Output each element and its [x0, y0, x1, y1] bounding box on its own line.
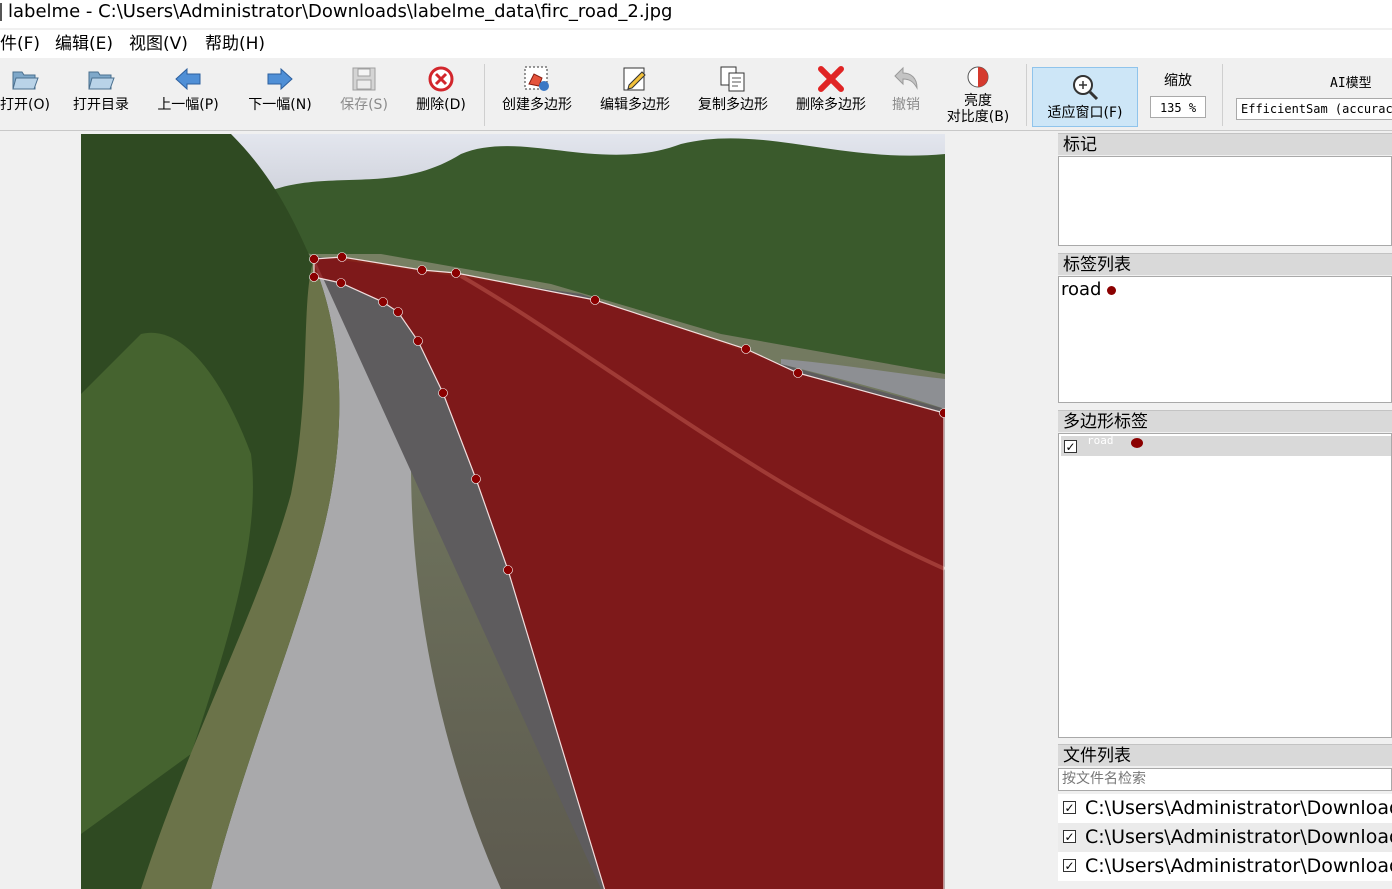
create-polygon-button[interactable]: 创建多边形 — [494, 64, 580, 126]
zoom-label: 缩放 — [1164, 73, 1192, 89]
open-button[interactable]: 打开(O) — [0, 64, 50, 126]
create-polygon-label: 创建多边形 — [502, 97, 572, 113]
save-label: 保存(S) — [340, 97, 388, 113]
menu-bar: 件(F) 编辑(E) 视图(V) 帮助(H) — [0, 30, 1392, 58]
open-label: 打开(O) — [0, 97, 50, 113]
undo-button[interactable]: 撤销 — [882, 64, 930, 126]
annotated-image[interactable] — [81, 134, 945, 889]
polygon-vertex[interactable] — [336, 278, 346, 288]
delete-file-label: 删除(D) — [416, 97, 466, 113]
polygon-vertex[interactable] — [438, 388, 448, 398]
file-list-item[interactable]: ✓ C:\Users\Administrator\Downloads\label… — [1058, 794, 1392, 823]
polygon-vertex[interactable] — [337, 252, 347, 262]
ai-model-label: AI模型 — [1330, 76, 1372, 91]
delete-polygon-button[interactable]: 删除多边形 — [788, 64, 874, 126]
fit-window-label: 适应窗口(F) — [1047, 105, 1123, 121]
arrow-right-icon — [267, 67, 293, 91]
polygon-vertex[interactable] — [309, 272, 319, 282]
copy-polygon-button[interactable]: 复制多边形 — [690, 64, 776, 126]
polygon-vertex[interactable] — [378, 297, 388, 307]
flags-list[interactable] — [1058, 156, 1392, 246]
polygon-vertex[interactable] — [451, 268, 461, 278]
title-bar: labelme - C:\Users\Administrator\Downloa… — [0, 0, 1392, 28]
delete-circle-icon — [428, 66, 454, 92]
edit-polygon-label: 编辑多边形 — [600, 97, 670, 113]
file-path: C:\Users\Administrator\Downloads\labelme… — [1085, 855, 1392, 877]
window-title: labelme - C:\Users\Administrator\Downloa… — [8, 1, 673, 22]
edit-polygon-icon — [623, 67, 646, 91]
folder-open-icon — [88, 71, 115, 90]
edit-polygon-button[interactable]: 编辑多边形 — [592, 64, 678, 126]
polygon-labels-header: 多边形标签 — [1058, 410, 1392, 432]
brightness-label: 亮度 — [964, 93, 992, 109]
polygon-vertex[interactable] — [471, 474, 481, 484]
polygon-vertex[interactable] — [417, 265, 427, 275]
contrast-label: 对比度(B) — [946, 109, 1010, 125]
file-list-item[interactable]: ✓ C:\Users\Administrator\Downloads\label… — [1058, 852, 1392, 881]
flags-header: 标记 — [1058, 133, 1392, 155]
menu-edit[interactable]: 编辑(E) — [55, 30, 113, 58]
toolbar-separator — [484, 64, 485, 126]
save-button[interactable]: 保存(S) — [334, 64, 394, 126]
polygon-vertex[interactable] — [413, 336, 423, 346]
delete-x-icon — [818, 66, 844, 92]
polygon-label-row[interactable]: ✓ road — [1061, 434, 1391, 456]
ai-model-select[interactable]: EfficientSam (accuracy) — [1236, 98, 1392, 120]
create-polygon-icon — [524, 66, 549, 91]
menu-file[interactable]: 件(F) — [0, 30, 40, 58]
file-checkbox[interactable]: ✓ — [1063, 801, 1076, 814]
prev-image-button[interactable]: 上一幅(P) — [150, 64, 226, 126]
polygon-vertex[interactable] — [793, 368, 803, 378]
brightness-icon — [967, 66, 989, 88]
delete-file-button[interactable]: 删除(D) — [410, 64, 472, 126]
copy-polygon-label: 复制多边形 — [698, 97, 768, 113]
polygon-visibility-checkbox[interactable]: ✓ — [1064, 440, 1077, 453]
folder-open-icon — [12, 71, 39, 90]
polygon-color-dot — [1131, 438, 1143, 448]
file-checkbox[interactable]: ✓ — [1063, 830, 1076, 843]
menu-help[interactable]: 帮助(H) — [205, 30, 265, 58]
polygon-vertex[interactable] — [590, 295, 600, 305]
undo-icon — [894, 66, 918, 90]
file-path: C:\Users\Administrator\Downloads\labelme… — [1085, 797, 1392, 819]
fit-window-icon — [1073, 75, 1099, 101]
polygon-vertex[interactable] — [741, 344, 751, 354]
prev-image-label: 上一幅(P) — [157, 97, 219, 113]
file-checkbox[interactable]: ✓ — [1063, 859, 1076, 872]
canvas-area[interactable] — [0, 131, 1052, 889]
polygon-vertex[interactable] — [309, 254, 319, 264]
label-list-header: 标签列表 — [1058, 253, 1392, 275]
next-image-button[interactable]: 下一幅(N) — [242, 64, 318, 126]
open-dir-label: 打开目录 — [73, 97, 129, 113]
zoom-input[interactable]: 135 % — [1150, 96, 1206, 118]
app-icon — [0, 3, 2, 21]
file-search-input[interactable]: 按文件名检索 — [1058, 768, 1392, 791]
undo-label: 撤销 — [892, 97, 920, 113]
toolbar: 打开(O) 打开目录 上一幅(P) 下一幅(N) 保存(S) 删除(D) 创建多… — [0, 60, 1392, 131]
polygon-labels-list[interactable]: ✓ road — [1058, 433, 1392, 738]
label-color-dot — [1107, 285, 1117, 295]
polygon-label-text: road — [1087, 434, 1114, 447]
open-dir-button[interactable]: 打开目录 — [68, 64, 134, 126]
arrow-left-icon — [175, 67, 201, 91]
toolbar-separator — [1026, 64, 1027, 126]
file-path: C:\Users\Administrator\Downloads\labelme… — [1085, 826, 1392, 848]
delete-polygon-label: 删除多边形 — [796, 97, 866, 113]
label-list-item-text: road — [1061, 279, 1102, 299]
next-image-label: 下一幅(N) — [248, 97, 312, 113]
save-icon — [352, 67, 376, 91]
polygon-vertex[interactable] — [393, 307, 403, 317]
brightness-contrast-button[interactable]: 亮度 对比度(B) — [940, 64, 1016, 126]
label-list[interactable]: road — [1058, 276, 1392, 403]
file-list-header: 文件列表 — [1058, 744, 1392, 766]
polygon-vertex[interactable] — [503, 565, 513, 575]
file-list-item-selected[interactable]: ✓ C:\Users\Administrator\Downloads\label… — [1058, 823, 1392, 852]
menu-view[interactable]: 视图(V) — [129, 30, 188, 58]
fit-window-button[interactable]: 适应窗口(F) — [1032, 67, 1138, 127]
label-list-item[interactable]: road — [1061, 279, 1117, 299]
toolbar-separator — [1222, 64, 1223, 126]
copy-polygon-icon — [720, 66, 745, 92]
